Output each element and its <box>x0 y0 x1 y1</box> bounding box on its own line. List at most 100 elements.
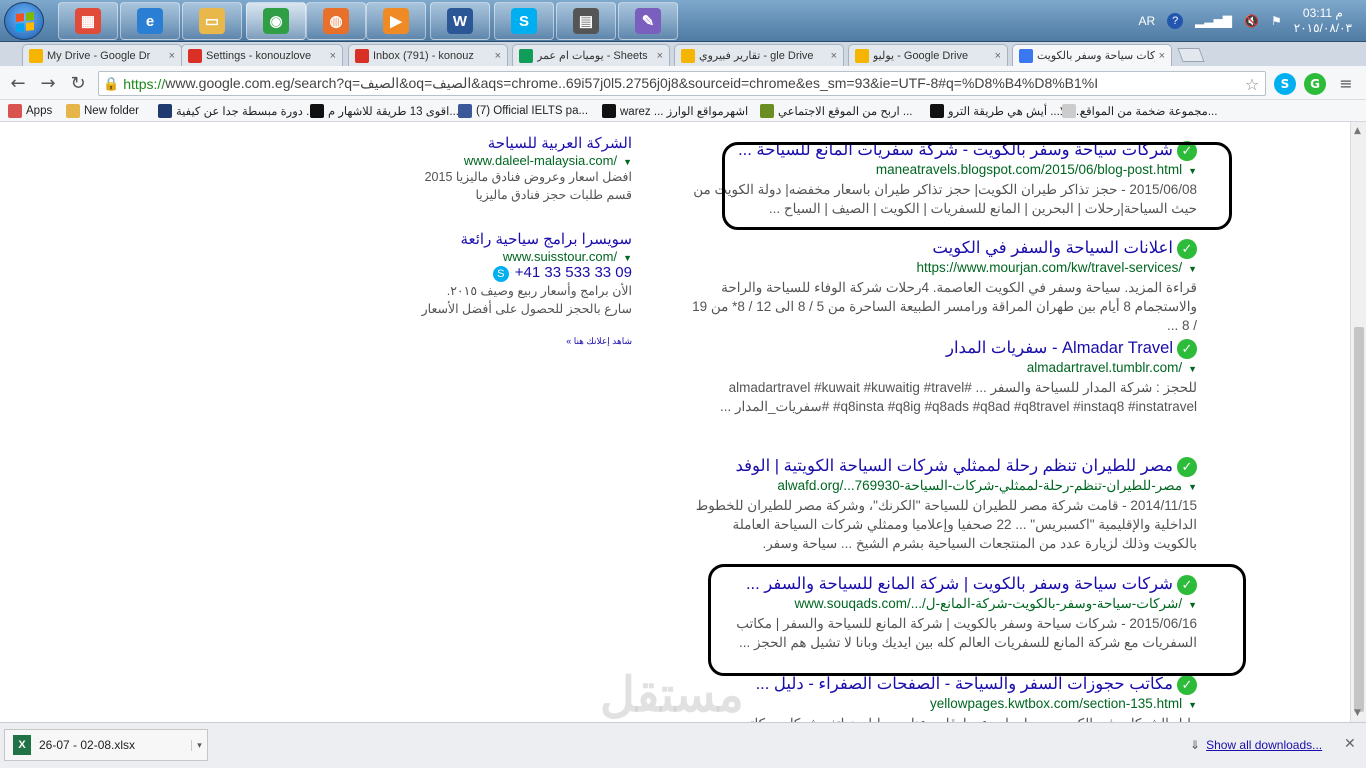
ad-url[interactable]: www.suisstour.com/ ▼ <box>400 249 632 264</box>
ad-text-line: الأن برامج وأسعار ربيع وصيف ٢٠١٥. <box>446 284 632 298</box>
url-dropdown-icon[interactable]: ▼ <box>1188 264 1197 274</box>
bookmark-item[interactable]: New folder <box>66 103 139 119</box>
bookmark-item[interactable]: (7) Official IELTS pa... <box>458 103 588 119</box>
ad-url-text: www.daleel-malaysia.com/ <box>463 153 618 168</box>
clock[interactable]: 03:11 م ٢٠١٥/٠٨/٠٣ <box>1294 6 1352 36</box>
taskbar-app[interactable]: ▭ <box>182 2 242 40</box>
start-button[interactable] <box>4 2 44 40</box>
tab-close-icon[interactable]: × <box>330 50 336 62</box>
search-result: ✓Almadar Travel - سفريات المدار almadartr… <box>687 338 1197 416</box>
bookmark-item[interactable]: هلا... أيش هي طريقة الترو... <box>930 103 1082 119</box>
result-title-link[interactable]: ✓اعلانات السياحة والسفر في الكويت <box>687 238 1197 259</box>
taskbar-app[interactable]: ▶ <box>366 2 426 40</box>
ad-url[interactable]: www.daleel-malaysia.com/ ▼ <box>400 153 632 168</box>
taskbar-app[interactable]: ◉ <box>246 2 306 40</box>
ad-phone[interactable]: S +41 33 533 33 09 <box>400 264 632 282</box>
ads-more-link[interactable]: شاهد إعلانك هنا » <box>400 336 632 347</box>
flag-icon[interactable]: ⚑ <box>1271 14 1282 28</box>
vertical-scrollbar[interactable]: ▲ ▼ <box>1350 122 1366 722</box>
taskbar-app[interactable]: ✎ <box>618 2 678 40</box>
tab-close-icon[interactable]: × <box>1159 50 1165 62</box>
taskbar-app[interactable]: ▦ <box>58 2 118 40</box>
bookmark-icon <box>760 104 774 118</box>
result-url[interactable]: alwafd.org/...769930-مصر-للطيران-تنظم-رح… <box>687 477 1197 496</box>
tab[interactable]: يوميات ام عمر - Sheets × <box>512 44 670 66</box>
signal-icon[interactable]: ▂▃▅▇ <box>1195 14 1232 28</box>
url-dropdown-icon[interactable]: ▼ <box>623 253 632 263</box>
tab-close-icon[interactable]: × <box>657 50 663 62</box>
url-dropdown-icon[interactable]: ▼ <box>623 157 632 167</box>
bookmark-label: New folder <box>84 105 139 117</box>
forward-icon[interactable]: → <box>36 71 60 95</box>
url-dropdown-icon[interactable]: ▼ <box>1188 700 1197 710</box>
tab-close-icon[interactable]: × <box>169 50 175 62</box>
address-bar[interactable]: 🔒 https://www.google.com.eg/search?q=الص… <box>98 71 1266 96</box>
scrollbar-thumb[interactable] <box>1354 327 1364 712</box>
tab[interactable]: شركات سياحة وسفر بالكويت × <box>1012 44 1172 66</box>
bookmark-item[interactable]: مجموعة ضخمة من المواقع... <box>1062 103 1217 119</box>
tab[interactable]: My Drive - Google Dr × <box>22 44 182 66</box>
verified-check-icon: ✓ <box>1177 456 1197 477</box>
tab[interactable]: تقارير فبيروي - gle Drive × <box>674 44 844 66</box>
result-title-link[interactable]: ✓مصر للطيران تنظم رحلة لممثلي شركات السي… <box>687 456 1197 477</box>
scroll-up-icon[interactable]: ▲ <box>1354 126 1361 136</box>
paint-icon: ✎ <box>635 8 661 34</box>
ad-title-link[interactable]: سويسرا برامج سياحية رائعة <box>400 230 632 249</box>
close-shelf-icon[interactable]: ✕ <box>1344 736 1356 752</box>
bookmark-label: اقوى 13 طريقة للاشهار م... <box>328 106 459 118</box>
result-title-text: مكاتب حجوزات السفر والسياحة - الصفحات ال… <box>755 675 1173 693</box>
taskbar-app[interactable]: ▤ <box>556 2 616 40</box>
url-dropdown-icon[interactable]: ▼ <box>1188 482 1197 492</box>
reload-icon[interactable]: ↻ <box>66 71 90 95</box>
taskbar-app[interactable]: W <box>430 2 490 40</box>
download-menu-chevron-icon[interactable]: ▾ <box>191 739 207 751</box>
ad-title-link[interactable]: الشركة العربية للسياحة <box>400 134 632 153</box>
taskbar-app[interactable]: S <box>494 2 554 40</box>
bookmark-star-icon[interactable]: ☆ <box>1240 72 1264 96</box>
bookmark-item[interactable]: دورة مبسطة جدا عن كيفية ... <box>158 103 316 119</box>
chrome-icon: ◉ <box>263 8 289 34</box>
scroll-down-icon[interactable]: ▼ <box>1354 708 1361 718</box>
taskbar-app[interactable]: ◍ <box>306 2 366 40</box>
result-url[interactable]: almadartravel.tumblr.com/ ▼ <box>687 359 1197 378</box>
tab-close-icon[interactable]: × <box>995 50 1001 62</box>
extension-icon[interactable]: G <box>1304 73 1326 95</box>
result-url[interactable]: https://www.mourjan.com/kw/travel-servic… <box>687 259 1198 278</box>
new-tab-button[interactable] <box>1177 48 1205 62</box>
language-indicator[interactable]: AR <box>1138 14 1155 28</box>
url-dropdown-icon[interactable]: ▼ <box>1188 364 1197 374</box>
lock-icon: 🔒 <box>103 75 120 91</box>
show-all-downloads-link[interactable]: Show all downloads... <box>1206 738 1322 752</box>
windows-taskbar: ▦ e ▭ ◉ ◍ ▶ W S ▤ ✎ AR ? ▂▃▅▇ 🔇 ⚑ 03:11 م ٢٠١٥/٠٨… <box>0 0 1366 42</box>
result-title-link[interactable]: ✓مكاتب حجوزات السفر والسياحة - الصفحات ا… <box>687 674 1197 695</box>
taskbar-app[interactable]: e <box>120 2 180 40</box>
back-icon[interactable]: ← <box>6 71 30 95</box>
ad-text-line: افضل اسعار وعروض فنادق ماليزيا 2015 <box>424 170 632 184</box>
search-results-page: ✓شركات سياحة وسفر بالكويت - شركة سفريات … <box>0 122 1350 722</box>
tab-close-icon[interactable]: × <box>831 50 837 62</box>
bookmark-item[interactable]: Apps <box>8 103 52 119</box>
menu-icon[interactable]: ≡ <box>1334 71 1358 95</box>
ad-url-text: www.suisstour.com/ <box>502 249 618 264</box>
system-tray: AR ? ▂▃▅▇ 🔇 ⚑ 03:11 م ٢٠١٥/٠٨/٠٣ <box>1138 0 1366 42</box>
download-item[interactable]: X 26-07 - 02-08.xlsx ▾ <box>4 729 208 761</box>
tab[interactable]: Inbox (791) - konouz × <box>348 44 508 66</box>
verified-check-icon: ✓ <box>1177 238 1197 259</box>
word-icon: W <box>447 8 473 34</box>
highlight-circle <box>722 142 1232 230</box>
bookmark-item[interactable]: warez ... اشهرمواقع الوارز <box>602 103 748 119</box>
show-all-downloads[interactable]: ⇓ Show all downloads... <box>1190 738 1322 752</box>
result-url-text: https://www.mourjan.com/kw/travel-servic… <box>916 259 1183 275</box>
help-icon[interactable]: ? <box>1167 13 1184 29</box>
sponsored-ad: الشركة العربية للسياحة www.daleel-malaysi… <box>400 134 632 204</box>
result-title-link[interactable]: ✓Almadar Travel - سفريات المدار <box>687 338 1197 359</box>
skype-extension-icon[interactable]: S <box>1274 73 1296 95</box>
tab[interactable]: يوليو - Google Drive × <box>848 44 1008 66</box>
bookmark-item[interactable]: اقوى 13 طريقة للاشهار م... <box>310 103 459 119</box>
tab[interactable]: Settings - konouzlove × <box>181 44 343 66</box>
volume-muted-icon[interactable]: 🔇 <box>1244 14 1259 28</box>
result-url[interactable]: yellowpages.kwtbox.com/section-135.html ▼ <box>687 695 1197 714</box>
bookmark-item[interactable]: اربح من الموقع الاجتماعي ... <box>760 103 913 119</box>
tab-close-icon[interactable]: × <box>495 50 501 62</box>
sheets-favicon-icon <box>519 48 533 63</box>
